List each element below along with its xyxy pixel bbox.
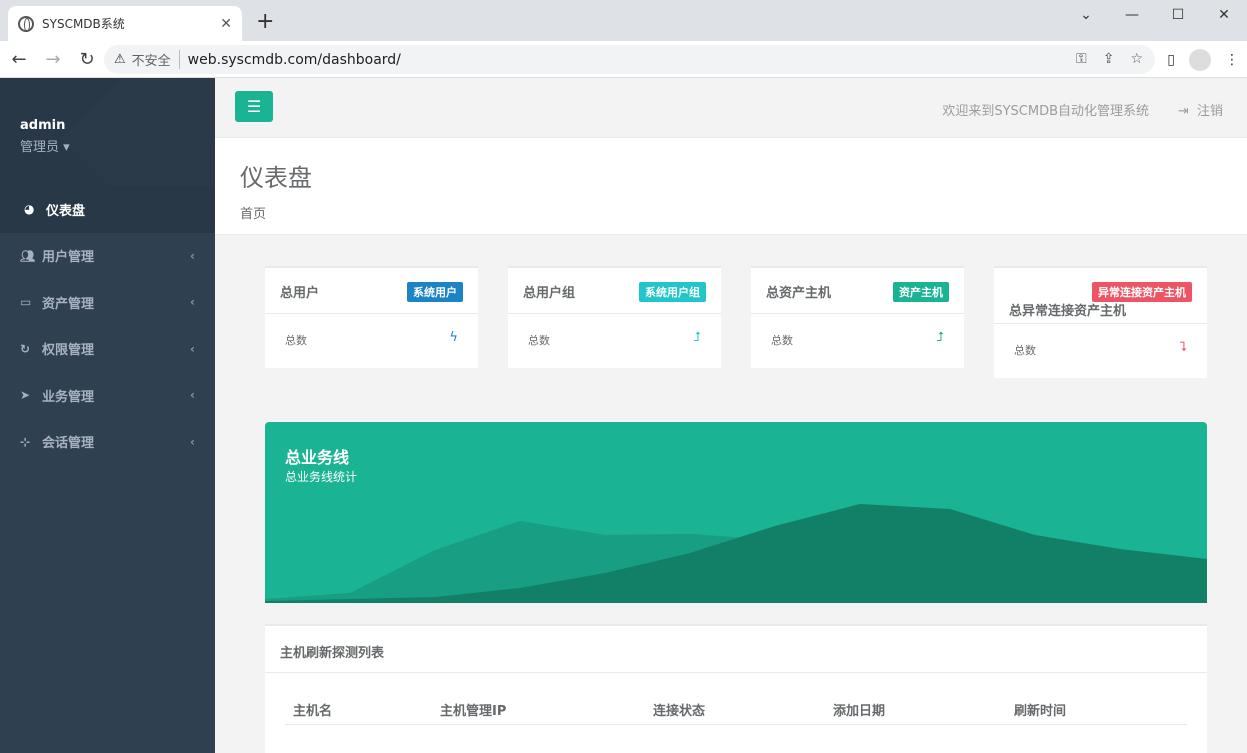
new-tab-icon[interactable]: +: [256, 9, 274, 34]
level-up-icon: ⮥: [936, 330, 944, 345]
area-chart-decoration: [265, 504, 1207, 603]
key-icon[interactable]: ⚿: [1076, 51, 1087, 67]
url-bar[interactable]: ⚠ 不安全 web.syscmdb.com/dashboard/ ⚿ ⇪ ☆: [104, 45, 1155, 74]
status-badge: 异常连接资产主机: [1092, 282, 1192, 302]
level-up-icon: ⮥: [693, 330, 701, 345]
menu-icon[interactable]: ⋮: [1225, 52, 1239, 68]
chevron-left-icon: ‹: [190, 341, 195, 356]
sidebar-item-label: 业务管理: [42, 389, 95, 405]
tab-title: SYSCMDB系统: [42, 17, 125, 31]
sidebar-toggle-button[interactable]: ☰: [235, 91, 273, 122]
sidebar: admin 管理员 ▾ ◕ 仪表盘 👥︎ 用户管理 ‹ ▭ 资产管理 ‹ ↻ 权…: [0, 78, 215, 753]
column-header[interactable]: 连接状态: [653, 700, 705, 719]
widget-total-users: 总用户 系统用户 总数 ϟ: [265, 266, 478, 368]
widget-title: 总用户组: [523, 286, 576, 301]
profile-avatar[interactable]: [1189, 49, 1211, 71]
maximize-icon[interactable]: ☐: [1155, 0, 1201, 30]
welcome-message: 欢迎来到SYSCMDB自动化管理系统: [942, 104, 1149, 119]
business-line-banner: 总业务线 总业务线统计: [265, 422, 1207, 603]
close-tab-icon[interactable]: ✕: [220, 16, 232, 32]
sidepanel-icon[interactable]: ▯: [1167, 52, 1175, 68]
minimize-icon[interactable]: —: [1109, 0, 1155, 30]
sidebar-item-sessions[interactable]: ⊹ 会话管理 ‹: [0, 419, 215, 466]
share-icon[interactable]: ⇪: [1103, 51, 1115, 67]
widget-title: 总异常连接资产主机: [1009, 304, 1127, 319]
sidebar-item-label: 权限管理: [42, 343, 95, 359]
reload-icon[interactable]: ↻: [72, 49, 102, 70]
sidebar-item-assets[interactable]: ▭ 资产管理 ‹: [0, 279, 215, 326]
page-title: 仪表盘: [240, 164, 312, 192]
user-role-dropdown[interactable]: 管理员 ▾: [20, 136, 215, 155]
bolt-icon: ϟ: [449, 330, 458, 345]
star-icon[interactable]: ☆: [1130, 51, 1143, 67]
column-header[interactable]: 添加日期: [833, 700, 885, 719]
widget-total-user-groups: 总用户组 系统用户组 总数 ⮥: [508, 266, 721, 368]
user-name: admin: [20, 118, 66, 133]
window-controls: ⌄ — ☐ ✕: [1063, 0, 1247, 30]
back-icon[interactable]: ←: [4, 49, 34, 70]
sidebar-item-label: 资产管理: [42, 296, 95, 312]
sidebar-item-label: 仪表盘: [46, 203, 86, 219]
chevron-left-icon: ‹: [190, 434, 195, 449]
caret-down-icon: ▾: [63, 140, 70, 155]
banner-subtitle: 总业务线统计: [285, 470, 358, 484]
app: admin 管理员 ▾ ◕ 仪表盘 👥︎ 用户管理 ‹ ▭ 资产管理 ‹ ↻ 权…: [0, 78, 1247, 753]
status-badge: 系统用户: [407, 282, 463, 302]
breadcrumb[interactable]: 首页: [240, 203, 1247, 222]
forward-icon[interactable]: →: [38, 49, 68, 70]
insecure-label[interactable]: 不安全: [132, 50, 180, 69]
sidebar-item-permissions[interactable]: ↻ 权限管理 ‹: [0, 326, 215, 373]
sidebar-item-business[interactable]: ➤ 业务管理 ‹: [0, 372, 215, 419]
sidebar-item-users[interactable]: 👥︎ 用户管理 ‹: [0, 233, 215, 280]
widget-abnormal-hosts: 总异常连接资产主机 异常连接资产主机 总数 ⮧: [994, 266, 1207, 378]
level-down-icon: ⮧: [1179, 340, 1187, 355]
browser-tab-strip: SYSCMDB系统 ✕ + ⌄ — ☐ ✕: [0, 0, 1247, 41]
logout-label: 注销: [1196, 104, 1223, 119]
user-role-label: 管理员: [20, 140, 60, 155]
sidebar-item-dashboard[interactable]: ◕ 仪表盘: [0, 186, 215, 233]
top-navbar: ☰ 欢迎来到SYSCMDB自动化管理系统 ⇥ 注销: [215, 78, 1247, 138]
widget-label: 总数: [528, 334, 550, 347]
users-icon: 👥︎: [20, 248, 36, 263]
chevron-left-icon: ‹: [190, 388, 195, 403]
widget-title: 总用户: [280, 286, 320, 301]
status-badge: 系统用户组: [639, 282, 706, 302]
widget-total-hosts: 总资产主机 资产主机 总数 ⮥: [751, 266, 964, 368]
widget-label: 总数: [1014, 344, 1036, 357]
page-heading: 仪表盘 首页: [215, 138, 1247, 235]
column-header[interactable]: 主机名: [293, 700, 332, 719]
desktop-icon: ▭: [20, 295, 32, 310]
address-bar: ← → ↻ ⚠ 不安全 web.syscmdb.com/dashboard/ ⚿…: [0, 41, 1247, 78]
profile-header: admin 管理员 ▾: [0, 78, 215, 186]
widget-label: 总数: [771, 334, 793, 347]
dashboard-icon: ◕: [24, 202, 35, 217]
banner-title: 总业务线: [285, 448, 350, 467]
paper-plane-icon: ➤: [20, 388, 31, 403]
warning-icon[interactable]: ⚠: [114, 52, 126, 67]
panel-title: 主机刷新探测列表: [265, 626, 1207, 673]
sign-out-icon: ⇥: [1177, 104, 1189, 119]
url-text[interactable]: web.syscmdb.com/dashboard/: [188, 52, 401, 68]
sitemap-icon: ⊹: [20, 434, 31, 449]
host-refresh-panel: 主机刷新探测列表 主机名 主机管理IP 连接状态 添加日期 刷新时间: [265, 624, 1207, 753]
chevron-left-icon: ‹: [190, 295, 195, 310]
column-header[interactable]: 刷新时间: [1014, 700, 1066, 719]
table-header: 主机名 主机管理IP 连接状态 添加日期 刷新时间: [285, 696, 1187, 725]
column-header[interactable]: 主机管理IP: [440, 700, 506, 719]
status-badge: 资产主机: [893, 282, 949, 302]
globe-icon: [18, 15, 34, 32]
chevron-left-icon: ‹: [190, 248, 195, 263]
main-content: ☰ 欢迎来到SYSCMDB自动化管理系统 ⇥ 注销 仪表盘 首页 总用户 系统用…: [215, 78, 1247, 753]
refresh-icon: ↻: [20, 341, 31, 356]
sidebar-item-label: 用户管理: [42, 250, 95, 266]
widget-label: 总数: [285, 334, 307, 347]
widget-title: 总资产主机: [766, 286, 832, 301]
browser-tab[interactable]: SYSCMDB系统 ✕: [8, 6, 242, 41]
logout-link[interactable]: ⇥ 注销: [1178, 100, 1223, 119]
tab-search-icon[interactable]: ⌄: [1063, 0, 1109, 30]
sidebar-item-label: 会话管理: [42, 436, 95, 452]
bars-icon: ☰: [246, 97, 262, 116]
close-window-icon[interactable]: ✕: [1201, 0, 1247, 30]
